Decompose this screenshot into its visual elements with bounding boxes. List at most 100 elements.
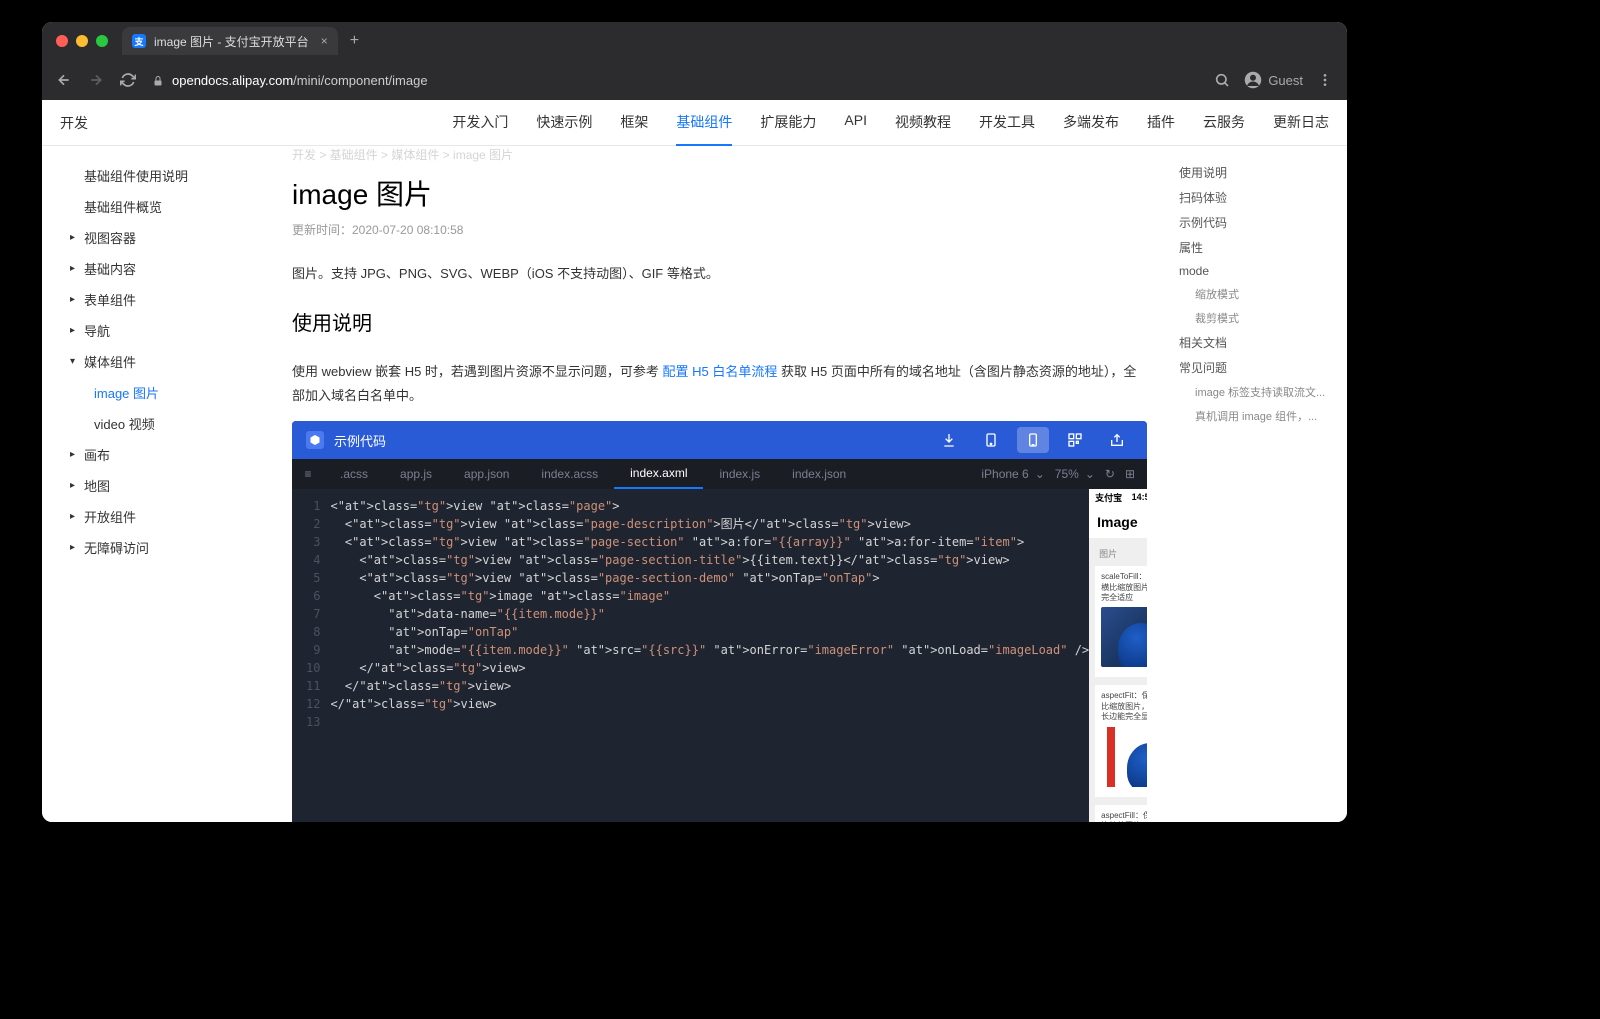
ide-logo-icon (306, 431, 324, 449)
caret-icon: ▸ (70, 480, 80, 491)
sidebar-item[interactable]: video 视频 (60, 408, 264, 439)
top-nav: 开发 开发入门快速示例框架基础组件扩展能力API视频教程开发工具多端发布插件云服… (42, 100, 1347, 146)
sidebar-item[interactable]: 基础组件使用说明 (60, 160, 264, 191)
sidebar-item[interactable]: ▸基础内容 (60, 253, 264, 284)
sidebar-item-label: 无障碍访问 (84, 538, 149, 557)
ide-tab[interactable]: index.js (703, 459, 776, 489)
caret-icon: ▸ (70, 294, 80, 305)
phone-icon[interactable] (1017, 427, 1049, 453)
qr-icon[interactable] (1059, 427, 1091, 453)
toc-item[interactable]: 真机调用 image 组件，... (1179, 404, 1335, 428)
ide-tab[interactable]: index.json (776, 459, 862, 489)
preview-image (1101, 727, 1147, 787)
sidebar-item-label: 基础组件使用说明 (84, 166, 188, 185)
toc-item[interactable]: 扫码体验 (1179, 185, 1335, 210)
search-icon[interactable] (1214, 71, 1230, 89)
ide-tabs: ≡ .acssapp.jsapp.jsonindex.acssindex.axm… (292, 459, 1147, 489)
window-controls (56, 35, 108, 47)
sidebar-item[interactable]: ▸ 画布 (60, 439, 264, 470)
sidebar-item[interactable]: ▸视图容器 (60, 222, 264, 253)
menu-icon[interactable] (1317, 71, 1333, 89)
table-of-contents: 使用说明扫码体验示例代码属性mode缩放模式裁剪模式相关文档常见问题image … (1167, 146, 1347, 822)
url-bar[interactable]: opendocs.alipay.com/mini/component/image (152, 73, 1198, 88)
caret-icon: ▸ (70, 449, 80, 460)
nav-item[interactable]: API (844, 112, 867, 134)
caret-icon: ▸ (70, 511, 80, 522)
preview-section-label: 图片 (1095, 545, 1147, 566)
ide-tab[interactable]: index.acss (525, 459, 614, 489)
sidebar-item[interactable]: ▸地图 (60, 470, 264, 501)
reload-icon[interactable] (120, 71, 136, 89)
toc-item[interactable]: 相关文档 (1179, 330, 1335, 355)
toc-item[interactable]: 裁剪模式 (1179, 306, 1335, 330)
preview-nav: Image ⋯ ○ (1089, 505, 1147, 539)
toc-item[interactable]: mode (1179, 260, 1335, 282)
device-select[interactable]: iPhone 6 ⌄ (981, 467, 1044, 481)
sidebar-item[interactable]: ▸表单组件 (60, 284, 264, 315)
download-icon[interactable] (933, 427, 965, 453)
nav-item[interactable]: 扩展能力 (760, 112, 816, 134)
ide-tab[interactable]: app.js (384, 459, 448, 489)
forward-icon[interactable] (88, 71, 104, 89)
toc-item[interactable]: 使用说明 (1179, 160, 1335, 185)
toc-item[interactable]: 常见问题 (1179, 355, 1335, 380)
sidebar-item[interactable]: ▸导航 (60, 315, 264, 346)
files-icon[interactable]: ≡ (292, 459, 324, 489)
sidebar: 基础组件使用说明基础组件概览▸视图容器▸基础内容▸表单组件▸导航▾媒体组件ima… (42, 146, 272, 822)
nav-item[interactable]: 基础组件 (676, 112, 732, 146)
preview-card: scaleToFill：不保持纵横比缩放图片，使图片完全适应 (1095, 566, 1147, 677)
sidebar-item[interactable]: ▾媒体组件 (60, 346, 264, 377)
toc-item[interactable]: image 标签支持读取流文... (1179, 380, 1335, 404)
device-preview: 支付宝 14:57 100% Image ⋯ ○ (1089, 489, 1147, 822)
chevron-down-icon: ⌄ (1085, 467, 1095, 481)
tablet-icon[interactable] (975, 427, 1007, 453)
nav-item[interactable]: 云服务 (1203, 112, 1245, 134)
nav-item[interactable]: 视频教程 (895, 112, 951, 134)
breadcrumb: 开发 > 基础组件 > 媒体组件 > image 图片 (292, 146, 1147, 167)
ide-tab[interactable]: index.axml (614, 459, 703, 489)
ide-toolbar: 示例代码 (292, 421, 1147, 459)
minimize-icon[interactable] (76, 35, 88, 47)
sidebar-item[interactable]: ▸无障碍访问 (60, 532, 264, 563)
toc-item[interactable]: 属性 (1179, 235, 1335, 260)
maximize-icon[interactable] (96, 35, 108, 47)
back-icon[interactable] (56, 71, 72, 89)
close-icon[interactable] (56, 35, 68, 47)
tab-close-icon[interactable]: × (321, 34, 328, 48)
profile-button[interactable]: Guest (1244, 71, 1303, 89)
browser-window: 支 image 图片 - 支付宝开放平台 × + opendocs.alipay… (42, 22, 1347, 822)
sidebar-item[interactable]: image 图片 (60, 377, 264, 408)
nav-item[interactable]: 多端发布 (1063, 112, 1119, 134)
page-content: 开发 开发入门快速示例框架基础组件扩展能力API视频教程开发工具多端发布插件云服… (42, 100, 1347, 822)
main-content: 开发 > 基础组件 > 媒体组件 > image 图片 image 图片 更新时… (272, 146, 1167, 822)
browser-tab[interactable]: 支 image 图片 - 支付宝开放平台 × (122, 27, 338, 55)
nav-item[interactable]: 框架 (620, 112, 648, 134)
favicon-icon: 支 (132, 34, 146, 48)
sidebar-item-label: 基础组件概览 (84, 197, 162, 216)
usage-text: 使用 webview 嵌套 H5 时，若遇到图片资源不显示问题，可参考 配置 H… (292, 360, 1147, 407)
grid-icon[interactable]: ⊞ (1125, 467, 1135, 481)
whitelist-link[interactable]: 配置 H5 白名单流程 (663, 364, 778, 379)
nav-item[interactable]: 更新日志 (1273, 112, 1329, 134)
ide-tab[interactable]: app.json (448, 459, 525, 489)
zoom-select[interactable]: 75% ⌄ (1055, 467, 1095, 481)
refresh-icon[interactable]: ↻ (1105, 467, 1115, 481)
lock-icon (152, 73, 164, 88)
ide-tab[interactable]: .acss (324, 459, 384, 489)
sidebar-item[interactable]: ▸开放组件 (60, 501, 264, 532)
toc-item[interactable]: 缩放模式 (1179, 282, 1335, 306)
nav-item[interactable]: 快速示例 (536, 112, 592, 134)
new-tab-icon[interactable]: + (350, 32, 359, 50)
caret-icon: ▸ (70, 325, 80, 336)
nav-item[interactable]: 插件 (1147, 112, 1175, 134)
nav-item[interactable]: 开发工具 (979, 112, 1035, 134)
nav-item[interactable]: 开发入门 (452, 112, 508, 134)
sidebar-item-label: 视图容器 (84, 228, 136, 247)
share-icon[interactable] (1101, 427, 1133, 453)
sidebar-item[interactable]: 基础组件概览 (60, 191, 264, 222)
sidebar-item-label: 画布 (84, 445, 110, 464)
code-editor[interactable]: 12345678910111213 <"at">class="tg">view … (292, 489, 1089, 822)
preview-body: 图片 scaleToFill：不保持纵横比缩放图片，使图片完全适应 aspect… (1089, 539, 1147, 822)
sidebar-item-label: image 图片 (94, 383, 159, 402)
toc-item[interactable]: 示例代码 (1179, 210, 1335, 235)
